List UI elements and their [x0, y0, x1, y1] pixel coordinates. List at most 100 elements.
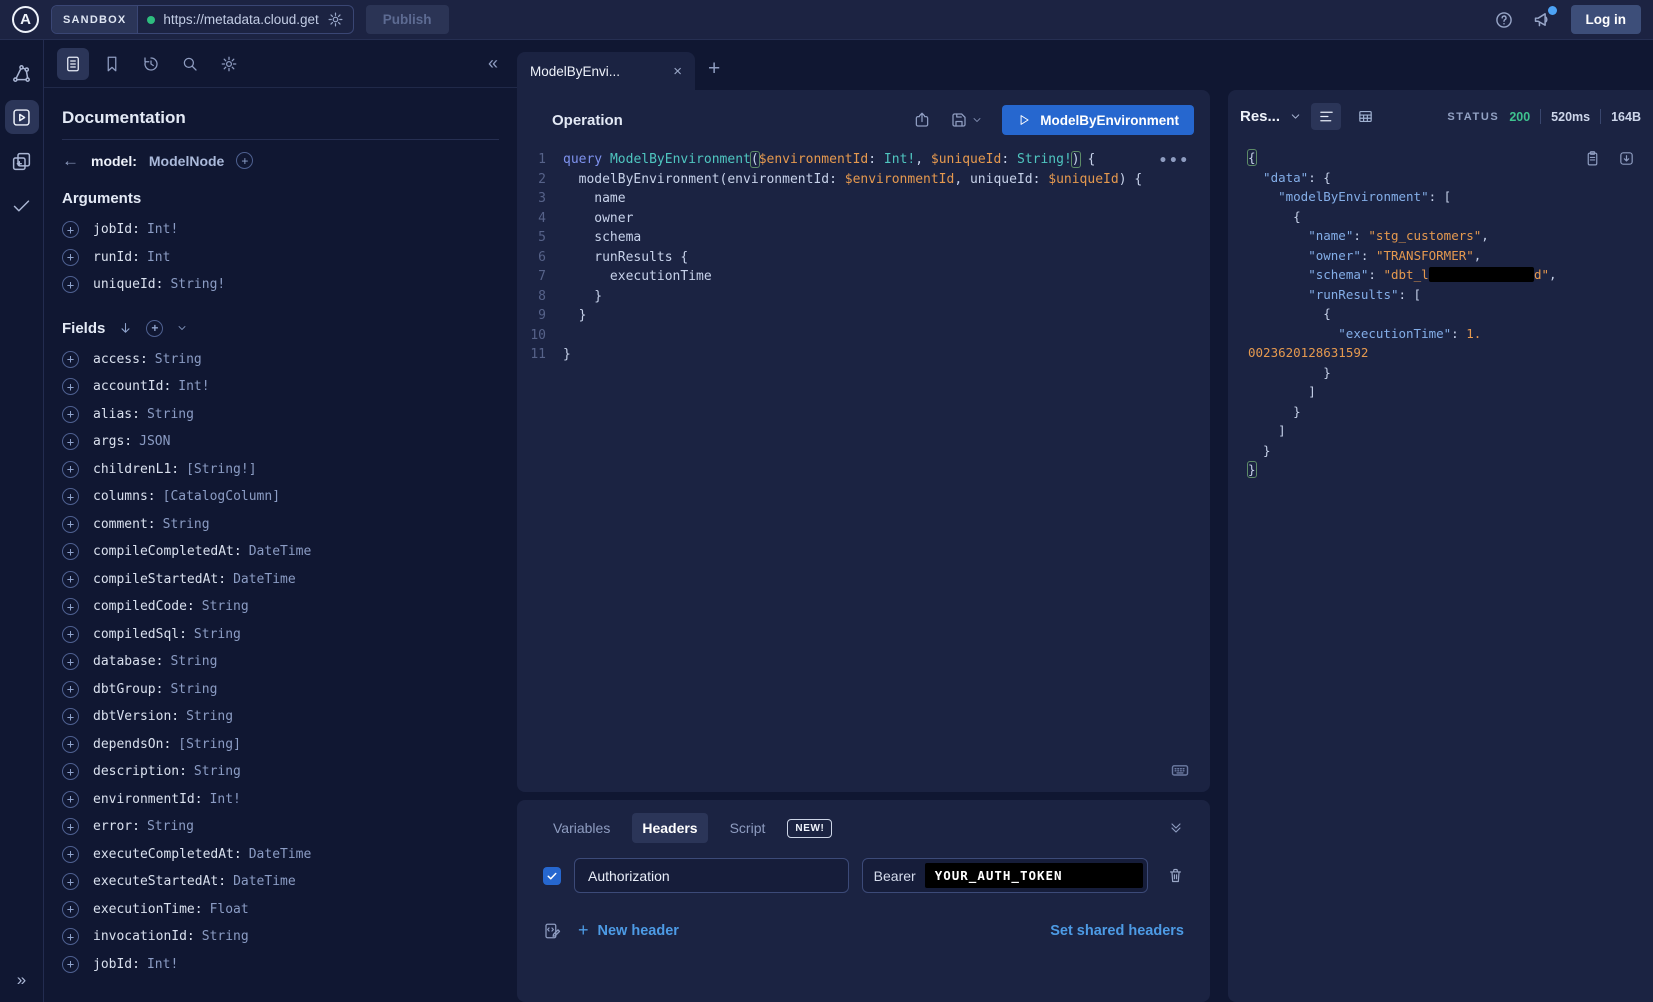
response-json-viewer[interactable]: {"data": {"modelByEnvironment": [{"name"… [1228, 138, 1653, 1002]
collapse-panel-chevrons-icon[interactable] [1168, 820, 1184, 836]
add-to-query-icon[interactable]: + [62, 276, 79, 293]
field-item[interactable]: +error:String [62, 813, 499, 841]
add-type-icon[interactable]: + [236, 152, 253, 169]
field-item[interactable]: +description:String [62, 758, 499, 786]
field-item[interactable]: +alias:String [62, 401, 499, 429]
field-item[interactable]: +compileCompletedAt:DateTime [62, 538, 499, 566]
set-shared-headers-button[interactable]: Set shared headers [1050, 923, 1184, 939]
add-to-query-icon[interactable]: + [62, 461, 79, 478]
field-item[interactable]: +dbtVersion:String [62, 703, 499, 731]
add-to-query-icon[interactable]: + [62, 681, 79, 698]
copy-response-icon[interactable] [1584, 150, 1601, 167]
download-response-icon[interactable] [1618, 150, 1635, 167]
publish-button[interactable]: Publish [366, 5, 449, 34]
add-to-query-icon[interactable]: + [62, 433, 79, 450]
field-item[interactable]: +dependsOn:[String] [62, 731, 499, 759]
field-item[interactable]: +executeCompletedAt:DateTime [62, 841, 499, 869]
announcements-megaphone-icon[interactable] [1532, 9, 1553, 30]
history-tab-icon[interactable] [135, 48, 167, 80]
settings-tab-icon[interactable] [213, 48, 245, 80]
field-item[interactable]: +dbtGroup:String [62, 676, 499, 704]
expand-rail-icon[interactable]: » [17, 970, 26, 990]
run-operation-button[interactable]: ModelByEnvironment [1002, 105, 1194, 135]
documentation-tab-icon[interactable] [57, 48, 89, 80]
add-to-query-icon[interactable]: + [62, 708, 79, 725]
operation-tab[interactable]: ModelByEnvi... × [517, 52, 695, 90]
add-to-query-icon[interactable]: + [62, 378, 79, 395]
explorer-icon[interactable] [5, 100, 39, 134]
field-item[interactable]: +executionTime:Float [62, 896, 499, 924]
endpoint-settings-gear-icon[interactable] [327, 11, 344, 28]
field-item[interactable]: +columns:[CatalogColumn] [62, 483, 499, 511]
field-item[interactable]: +executeStartedAt:DateTime [62, 868, 499, 896]
add-to-query-icon[interactable]: + [62, 488, 79, 505]
field-item[interactable]: +runId:Int [62, 244, 499, 272]
add-all-fields-icon[interactable]: + [146, 320, 163, 337]
login-button[interactable]: Log in [1571, 5, 1642, 34]
add-to-query-icon[interactable]: + [62, 249, 79, 266]
new-header-button[interactable]: + New header [578, 920, 679, 941]
operation-menu-dots-icon[interactable]: ••• [1159, 152, 1190, 172]
add-to-query-icon[interactable]: + [62, 598, 79, 615]
breadcrumb-type[interactable]: ModelNode [149, 153, 224, 169]
graphql-editor[interactable]: ••• 1query ModelByEnvironment($environme… [517, 146, 1210, 792]
add-to-query-icon[interactable]: + [62, 516, 79, 533]
fields-options-chevron-icon[interactable] [176, 322, 188, 334]
json-view-icon[interactable] [1311, 103, 1341, 130]
collections-icon[interactable] [5, 144, 39, 178]
add-to-query-icon[interactable]: + [62, 543, 79, 560]
sort-fields-icon[interactable] [118, 321, 133, 336]
add-to-query-icon[interactable]: + [62, 901, 79, 918]
bookmarks-tab-icon[interactable] [96, 48, 128, 80]
header-enabled-checkbox[interactable] [543, 867, 561, 885]
add-to-query-icon[interactable]: + [62, 351, 79, 368]
field-item[interactable]: +compiledSql:String [62, 621, 499, 649]
tab-headers[interactable]: Headers [632, 813, 707, 843]
tab-script[interactable]: Script [720, 813, 776, 843]
field-item[interactable]: +invocationId:String [62, 923, 499, 951]
header-value-field[interactable]: Bearer YOUR_AUTH_TOKEN [862, 858, 1148, 893]
add-to-query-icon[interactable]: + [62, 763, 79, 780]
response-title-dropdown[interactable]: Res... [1240, 108, 1302, 125]
schema-graph-icon[interactable] [5, 56, 39, 90]
field-item[interactable]: +uniqueId:String! [62, 271, 499, 299]
collapse-sidebar-icon[interactable]: « [488, 53, 504, 74]
save-operation-icon[interactable] [950, 111, 983, 129]
add-to-query-icon[interactable]: + [62, 791, 79, 808]
add-to-query-icon[interactable]: + [62, 873, 79, 890]
delete-header-trash-icon[interactable] [1167, 867, 1184, 884]
field-item[interactable]: +args:JSON [62, 428, 499, 456]
field-item[interactable]: +compileStartedAt:DateTime [62, 566, 499, 594]
add-to-query-icon[interactable]: + [62, 406, 79, 423]
add-to-query-icon[interactable]: + [62, 846, 79, 863]
field-item[interactable]: +compiledCode:String [62, 593, 499, 621]
field-item[interactable]: +childrenL1:[String!] [62, 456, 499, 484]
add-to-query-icon[interactable]: + [62, 928, 79, 945]
add-to-query-icon[interactable]: + [62, 626, 79, 643]
field-item[interactable]: +environmentId:Int! [62, 786, 499, 814]
field-item[interactable]: +accountId:Int! [62, 373, 499, 401]
add-to-query-icon[interactable]: + [62, 571, 79, 588]
share-operation-icon[interactable] [913, 111, 931, 129]
field-item[interactable]: +jobId:Int! [62, 216, 499, 244]
auth-token-input[interactable]: YOUR_AUTH_TOKEN [925, 863, 1143, 888]
checks-icon[interactable] [5, 188, 39, 222]
add-to-query-icon[interactable]: + [62, 736, 79, 753]
preflight-script-icon[interactable] [543, 922, 561, 940]
add-to-query-icon[interactable]: + [62, 221, 79, 238]
add-to-query-icon[interactable]: + [62, 956, 79, 973]
help-icon[interactable] [1494, 10, 1514, 30]
close-tab-icon[interactable]: × [673, 63, 682, 80]
add-to-query-icon[interactable]: + [62, 818, 79, 835]
tab-variables[interactable]: Variables [543, 813, 620, 843]
keyboard-shortcuts-icon[interactable] [1170, 760, 1190, 780]
add-to-query-icon[interactable]: + [62, 653, 79, 670]
field-item[interactable]: +access:String [62, 346, 499, 374]
field-item[interactable]: +database:String [62, 648, 499, 676]
back-arrow-icon[interactable]: ← [62, 152, 79, 169]
field-item[interactable]: +comment:String [62, 511, 499, 539]
endpoint-url[interactable]: https://metadata.cloud.get [138, 6, 352, 33]
search-tab-icon[interactable] [174, 48, 206, 80]
new-tab-icon[interactable]: + [708, 57, 720, 81]
endpoint-box[interactable]: SANDBOX https://metadata.cloud.get [51, 5, 354, 34]
